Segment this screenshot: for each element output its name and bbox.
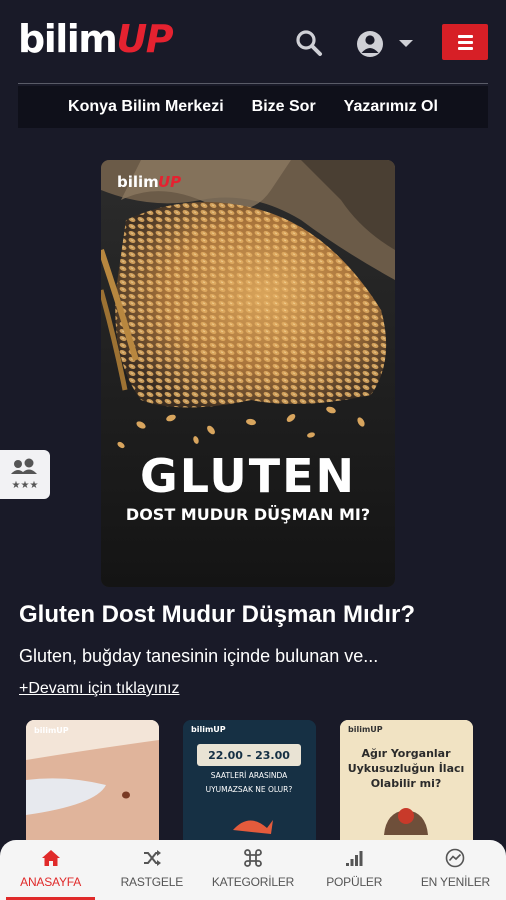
tab-rastgele[interactable]: RASTGELE [101,840,202,900]
site-logo[interactable]: bilimUP [18,17,174,61]
tab-en-yeniler[interactable]: EN YENİLER [405,840,506,900]
tab-label: EN YENİLER [420,875,490,889]
command-icon [244,849,262,867]
users-rating-icon: ★★★ [11,458,39,491]
related-article-card[interactable]: bilimUP [26,720,159,842]
home-icon [41,850,60,866]
app-header: bilimUP [0,0,506,84]
tab-label: POPÜLER [326,875,383,889]
signal-icon [346,851,363,866]
tab-anasayfa[interactable]: ANASAYFA [0,840,101,900]
menu-bar [458,35,473,38]
menu-bar [458,47,473,50]
tab-populer[interactable]: POPÜLER [304,840,405,900]
bottom-navigation: ANASAYFA RASTGELE KATEGORİLER POPÜLER EN… [0,840,506,900]
top-nav: Konya Bilim Merkezi Bize Sor Yazarımız O… [18,86,488,128]
card-badge: bilimUP [34,726,69,735]
card-line3: Olabilir mi? [371,777,442,790]
card-line2: SAATLERİ ARASINDA [211,771,288,780]
logo-text-accent: UP [116,17,173,61]
logo-text-main: bilim [18,17,118,61]
tab-kategoriler[interactable]: KATEGORİLER [202,840,303,900]
hero-logo-main: bilim [117,173,159,191]
search-icon[interactable] [294,28,324,58]
hero-headline: GLUTEN [140,449,356,503]
hamburger-menu-button[interactable] [442,24,488,60]
nav-link-yazarimiz-ol[interactable]: Yazarımız Ol [344,98,438,116]
card-line3: UYUMAZSAK NE OLUR? [206,785,293,794]
read-more-link[interactable]: +Devamı için tıklayınız [19,680,180,698]
card-badge: bilimUP [348,725,383,734]
hero-subheadline: DOST MUDUR DÜŞMAN MI? [126,505,370,524]
article-title[interactable]: Gluten Dost Mudur Düşman Mıdır? [19,601,499,629]
related-article-card[interactable]: bilimUP Ağır Yorganlar Uykusuzluğun İlac… [340,720,473,842]
menu-bar [458,41,473,44]
card-line1: 22.00 - 23.00 [208,749,290,762]
nav-link-konya-bilim-merkezi[interactable]: Konya Bilim Merkezi [68,98,224,116]
card-line1: Ağır Yorganlar [361,747,451,760]
tab-label: ANASAYFA [20,875,82,889]
related-article-card[interactable]: bilimUP 22.00 - 23.00 SAATLERİ ARASINDA … [183,720,316,842]
card-line2: Uykusuzluğun İlacı [348,761,465,775]
nav-link-bize-sor[interactable]: Bize Sor [252,98,316,116]
trend-icon [446,848,465,868]
svg-text:★★★: ★★★ [12,480,39,491]
community-floating-button[interactable]: ★★★ [0,450,50,499]
user-account-icon[interactable] [354,28,418,60]
hero-logo-accent: UP [158,173,181,191]
card-badge: bilimUP [191,725,226,734]
tab-label: KATEGORİLER [211,875,295,889]
featured-article-image[interactable]: bilim UP GLUTEN DOST MUDUR DÜŞMAN MI? [101,160,395,587]
shuffle-icon [143,850,161,866]
header-divider [18,83,488,84]
article-excerpt: Gluten, buğday tanesinin içinde bulunan … [19,646,379,666]
tab-label: RASTGELE [120,875,184,889]
